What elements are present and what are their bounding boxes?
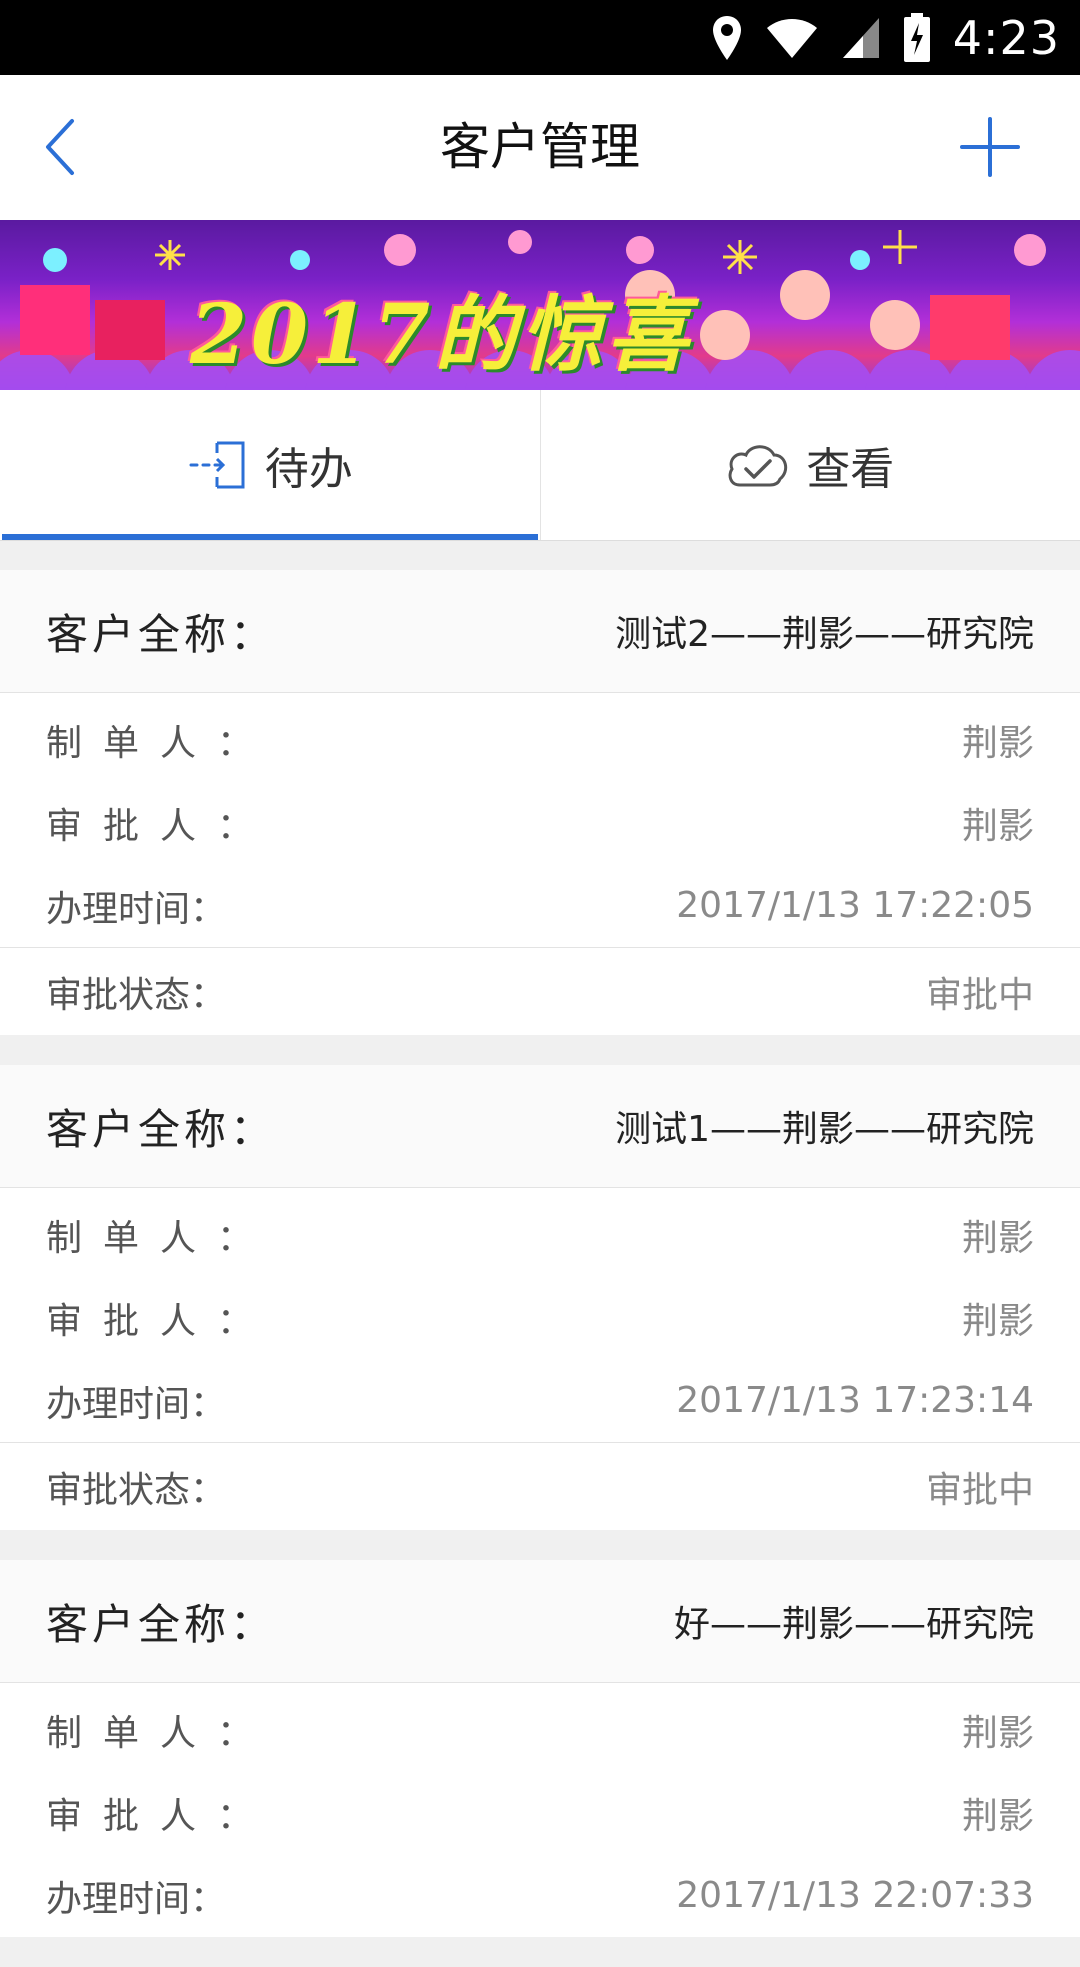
creator-value: 荆影 — [962, 1209, 1034, 1261]
approval-status-value: 审批中 — [926, 966, 1034, 1018]
creator-label: 制单人： — [46, 1209, 274, 1261]
status-icons: 4:23 — [711, 0, 1060, 75]
location-icon — [711, 14, 743, 62]
handle-time-label: 办理时间： — [46, 1870, 226, 1922]
approval-status-value: 审批中 — [926, 1461, 1034, 1513]
card-header: 客户全称： 测试2——荆影——研究院 — [0, 570, 1080, 693]
approver-value: 荆影 — [962, 797, 1034, 849]
approval-status-label: 审批状态： — [46, 1461, 226, 1513]
customer-name-value: 好——荆影——研究院 — [674, 1595, 1034, 1647]
clock-time: 4:23 — [953, 11, 1060, 65]
creator-label: 制单人： — [46, 714, 274, 766]
battery-charging-icon — [903, 13, 931, 63]
page-title: 客户管理 — [0, 75, 1080, 220]
approver-value: 荆影 — [962, 1787, 1034, 1839]
creator-label: 制单人： — [46, 1704, 274, 1756]
tab-todo-label: 待办 — [265, 433, 353, 497]
tab-view[interactable]: 查看 — [540, 390, 1080, 540]
creator-value: 荆影 — [962, 714, 1034, 766]
customer-name-label: 客户全称： — [46, 1096, 276, 1157]
promo-banner[interactable]: 2017的惊喜 — [0, 220, 1080, 390]
enter-door-icon — [187, 439, 249, 491]
approval-status-row: 审批状态： 审批中 — [0, 947, 1080, 1035]
creator-row: 制单人： 荆影 — [0, 1688, 1080, 1771]
customer-name-value: 测试2——荆影——研究院 — [615, 605, 1034, 657]
tab-bar: 待办 查看 — [0, 390, 1080, 541]
approval-status-label: 审批状态： — [46, 966, 226, 1018]
tab-view-label: 查看 — [806, 433, 894, 497]
approver-row: 审批人： 荆影 — [0, 781, 1080, 864]
add-plus-icon[interactable] — [960, 117, 1020, 177]
approver-row: 审批人： 荆影 — [0, 1276, 1080, 1359]
check-cloud-icon — [726, 441, 790, 489]
creator-row: 制单人： 荆影 — [0, 1193, 1080, 1276]
customer-name-label: 客户全称： — [46, 1591, 276, 1652]
card-header: 客户全称： 好——荆影——研究院 — [0, 1560, 1080, 1683]
record-card[interactable]: 客户全称： 测试2——荆影——研究院 制单人： 荆影 审批人： 荆影 办理时间：… — [0, 570, 1080, 1035]
approver-label: 审批人： — [46, 797, 274, 849]
approval-status-row: 审批状态： 审批中 — [0, 1442, 1080, 1530]
record-card[interactable]: 客户全称： 好——荆影——研究院 制单人： 荆影 审批人： 荆影 办理时间： 2… — [0, 1560, 1080, 1937]
handle-time-label: 办理时间： — [46, 880, 226, 932]
approver-label: 审批人： — [46, 1787, 274, 1839]
approver-label: 审批人： — [46, 1292, 274, 1344]
handle-time-value: 2017/1/13 17:22:05 — [676, 885, 1034, 926]
banner-headline: 2017的惊喜 — [190, 268, 692, 387]
creator-value: 荆影 — [962, 1704, 1034, 1756]
signal-icon — [841, 16, 881, 60]
tab-todo[interactable]: 待办 — [0, 390, 540, 540]
customer-name-value: 测试1——荆影——研究院 — [615, 1100, 1034, 1152]
creator-row: 制单人： 荆影 — [0, 698, 1080, 781]
card-header: 客户全称： 测试1——荆影——研究院 — [0, 1065, 1080, 1188]
handle-time-value: 2017/1/13 22:07:33 — [676, 1875, 1034, 1916]
status-bar: 4:23 — [0, 0, 1080, 75]
handle-time-label: 办理时间： — [46, 1375, 226, 1427]
wifi-icon — [765, 16, 819, 60]
record-card[interactable]: 客户全称： 测试1——荆影——研究院 制单人： 荆影 审批人： 荆影 办理时间：… — [0, 1065, 1080, 1530]
record-list: 客户全称： 测试2——荆影——研究院 制单人： 荆影 审批人： 荆影 办理时间：… — [0, 570, 1080, 1967]
approver-row: 审批人： 荆影 — [0, 1771, 1080, 1854]
handle-time-row: 办理时间： 2017/1/13 17:22:05 — [0, 864, 1080, 947]
approver-value: 荆影 — [962, 1292, 1034, 1344]
handle-time-value: 2017/1/13 17:23:14 — [676, 1380, 1034, 1421]
customer-name-label: 客户全称： — [46, 601, 276, 662]
title-bar: 客户管理 — [0, 75, 1080, 221]
handle-time-row: 办理时间： 2017/1/13 17:23:14 — [0, 1359, 1080, 1442]
handle-time-row: 办理时间： 2017/1/13 22:07:33 — [0, 1854, 1080, 1937]
